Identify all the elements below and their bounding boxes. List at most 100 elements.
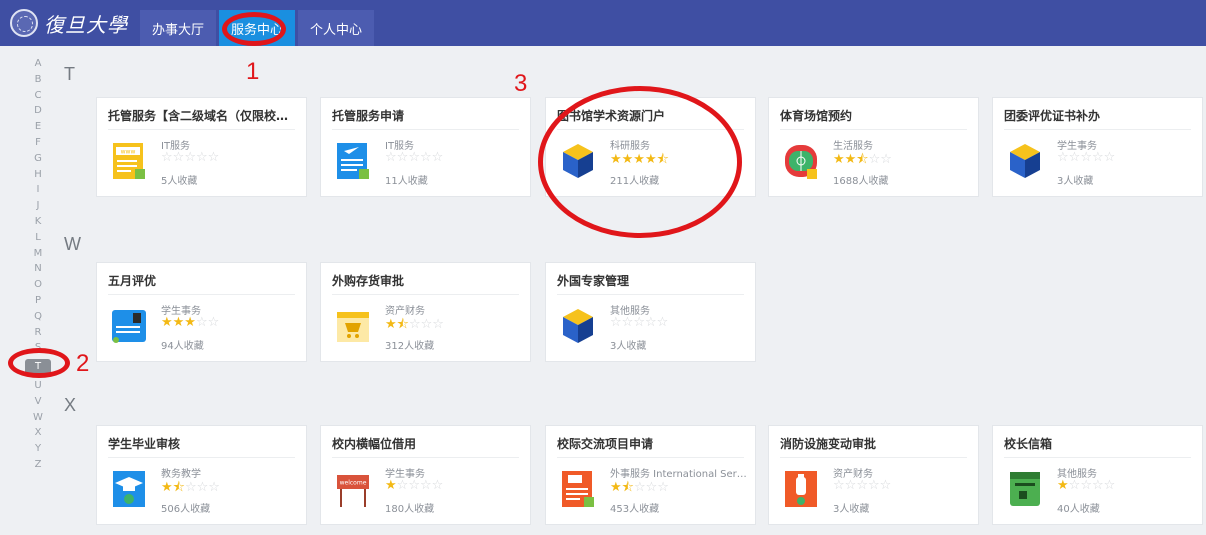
service-card[interactable]: 校内横幅位借用 welcome 学生事务 ★☆☆☆☆ 180人收藏 — [320, 425, 531, 525]
favorites-count: 211人收藏 — [610, 176, 660, 187]
rating-stars: ★★⯪☆☆ — [833, 152, 892, 167]
tab-hall[interactable]: 办事大厅 — [140, 10, 217, 46]
rating-stars: ☆☆☆☆☆ — [161, 150, 220, 165]
card-divider — [108, 294, 295, 295]
service-card[interactable]: 外国专家管理 其他服务 ☆☆☆☆☆ 3人收藏 — [545, 262, 756, 362]
alphabet-letter-l[interactable]: L — [28, 230, 48, 246]
service-card-title: 校长信箱 — [1004, 437, 1053, 451]
alphabet-letter-e[interactable]: E — [28, 119, 48, 135]
service-card[interactable]: 校长信箱 其他服务 ★☆☆☆☆ 40人收藏 — [992, 425, 1203, 525]
alphabet-letter-z[interactable]: Z — [28, 457, 48, 473]
card-divider — [557, 294, 744, 295]
card-divider — [108, 129, 295, 130]
alphabet-letter-r[interactable]: R — [28, 325, 48, 341]
alphabet-letter-w[interactable]: W — [28, 410, 48, 426]
alphabet-letter-v[interactable]: V — [28, 394, 48, 410]
exchange-document-icon — [560, 469, 596, 509]
alphabet-letter-o[interactable]: O — [28, 277, 48, 293]
alphabet-letter-n[interactable]: N — [28, 261, 48, 277]
service-card-title: 外国专家管理 — [557, 274, 630, 288]
service-card[interactable]: 托管服务申请 IT服务 ☆☆☆☆☆ 11人收藏 — [320, 97, 531, 197]
card-divider — [332, 129, 519, 130]
rating-stars: ★★★☆☆ — [161, 315, 220, 330]
alphabet-letter-f[interactable]: F — [28, 135, 48, 151]
alphabet-letter-j[interactable]: J — [28, 198, 48, 214]
favorites-count: 5人收藏 — [161, 176, 198, 187]
favorites-count: 3人收藏 — [610, 341, 647, 352]
alphabet-letter-c[interactable]: C — [28, 88, 48, 104]
annotation-number-2: 2 — [76, 350, 90, 377]
rating-stars: ★⯪☆☆☆ — [161, 480, 220, 495]
cart-icon — [335, 306, 371, 346]
alphabet-letter-x[interactable]: X — [28, 425, 48, 441]
rating-stars: ★☆☆☆☆ — [385, 478, 444, 493]
group-letter-w: W — [64, 234, 81, 254]
group-letter-x: X — [64, 395, 77, 415]
service-card[interactable]: 消防设施变动审批 资产财务 ☆☆☆☆☆ 3人收藏 — [768, 425, 979, 525]
cube-icon — [560, 141, 596, 181]
card-divider — [557, 457, 744, 458]
rating-stars: ★⯪☆☆☆ — [385, 317, 444, 332]
fire-extinguisher-icon — [783, 469, 819, 509]
alphabet-letter-d[interactable]: D — [28, 103, 48, 119]
service-card-title: 学生毕业审核 — [108, 437, 181, 451]
alphabet-letter-p[interactable]: P — [28, 293, 48, 309]
card-divider — [1004, 457, 1191, 458]
service-card-title: 校际交流项目申请 — [557, 437, 654, 451]
service-card[interactable]: 学生毕业审核 教务教学 ★⯪☆☆☆ 506人收藏 — [96, 425, 307, 525]
card-divider — [1004, 129, 1191, 130]
logo-text: 復旦大學 — [44, 12, 128, 37]
alphabet-letter-y[interactable]: Y — [28, 441, 48, 457]
card-divider — [332, 294, 519, 295]
service-card[interactable]: 体育场馆预约 生活服务 ★★⯪☆☆ 1688人收藏 — [768, 97, 979, 197]
service-card-title: 体育场馆预约 — [780, 109, 853, 123]
university-logo[interactable]: 復旦大學 — [10, 6, 128, 40]
favorites-count: 1688人收藏 — [833, 176, 889, 187]
alphabet-letter-g[interactable]: G — [28, 151, 48, 167]
favorites-count: 506人收藏 — [161, 504, 211, 515]
rating-stars: ★★★★⯪ — [610, 152, 669, 167]
service-card[interactable]: 五月评优 学生事务 ★★★☆☆ 94人收藏 — [96, 262, 307, 362]
rating-stars: ★⯪☆☆☆ — [610, 480, 669, 495]
alphabet-letter-t[interactable]: T — [25, 359, 51, 375]
alphabet-letter-q[interactable]: Q — [28, 309, 48, 325]
service-card-title: 外购存货审批 — [332, 274, 405, 288]
form-document-icon — [335, 141, 371, 181]
rating-stars: ☆☆☆☆☆ — [610, 315, 669, 330]
service-card[interactable]: 校际交流项目申请 外事服务 International Ser… ★⯪☆☆☆ 453人… — [545, 425, 756, 525]
rating-stars: ★☆☆☆☆ — [1057, 478, 1116, 493]
alphabet-letter-b[interactable]: B — [28, 72, 48, 88]
rating-stars: ☆☆☆☆☆ — [385, 150, 444, 165]
favorites-count: 3人收藏 — [1057, 176, 1094, 187]
service-card-title: 团委评优证书补办 — [1004, 109, 1101, 123]
alphabet-letter-u[interactable]: U — [28, 378, 48, 394]
card-divider — [780, 129, 967, 130]
favorites-count: 3人收藏 — [833, 504, 870, 515]
tab-service-center[interactable]: 服务中心 — [219, 10, 296, 46]
favorites-count: 312人收藏 — [385, 341, 435, 352]
service-card-title: 校内横幅位借用 — [332, 437, 417, 451]
group-letter-t: T — [64, 64, 75, 84]
alphabet-letter-a[interactable]: A — [28, 56, 48, 72]
alphabet-letter-s[interactable]: S — [28, 340, 48, 356]
alphabet-letter-h[interactable]: H — [28, 167, 48, 183]
favorites-count: 11人收藏 — [385, 176, 428, 187]
alphabet-letter-k[interactable]: K — [28, 214, 48, 230]
mailbox-icon — [1007, 469, 1043, 509]
service-card[interactable]: 团委评优证书补办 学生事务 ☆☆☆☆☆ 3人收藏 — [992, 97, 1203, 197]
service-card[interactable]: 图书馆学术资源门户 科研服务 ★★★★⯪ 211人收藏 — [545, 97, 756, 197]
alphabet-letter-m[interactable]: M — [28, 246, 48, 262]
service-card[interactable]: 外购存货审批 资产财务 ★⯪☆☆☆ 312人收藏 — [320, 262, 531, 362]
top-navigation-bar: 復旦大學 办事大厅 服务中心 个人中心 — [0, 0, 1206, 46]
tab-personal-center[interactable]: 个人中心 — [298, 10, 375, 46]
service-card[interactable]: 托管服务【含二级域名（仅限校… www IT服务 ☆☆☆☆☆ 5人收藏 — [96, 97, 307, 197]
alphabet-letter-i[interactable]: I — [28, 182, 48, 198]
favorites-count: 40人收藏 — [1057, 504, 1100, 515]
service-card-title: 托管服务【含二级域名（仅限校… — [108, 109, 289, 123]
service-card-title: 托管服务申请 — [332, 109, 405, 123]
id-card-icon — [111, 306, 147, 346]
svg-text:welcome: welcome — [340, 480, 367, 487]
graduation-icon — [111, 469, 147, 509]
annotation-number-3: 3 — [514, 70, 528, 97]
svg-text:www: www — [121, 149, 136, 156]
